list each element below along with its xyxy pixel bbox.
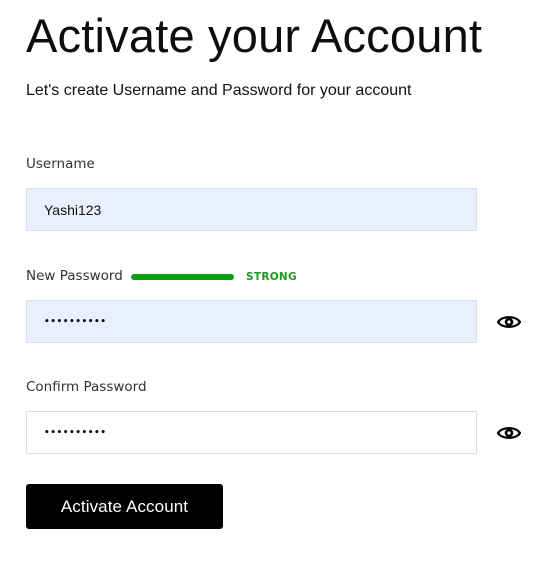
password-strength-label: STRONG xyxy=(246,271,297,283)
activate-account-button[interactable]: Activate Account xyxy=(26,484,223,529)
eye-icon xyxy=(497,316,521,328)
eye-icon xyxy=(497,427,521,439)
password-strength-bar xyxy=(131,274,234,280)
username-input[interactable] xyxy=(26,188,477,231)
new-password-label: New Password xyxy=(26,268,123,284)
username-label: Username xyxy=(26,156,95,172)
confirm-password-input[interactable] xyxy=(26,411,477,454)
page-title: Activate your Account xyxy=(26,9,483,62)
new-password-visibility-toggle[interactable] xyxy=(496,312,522,332)
page-subtitle: Let's create Username and Password for y… xyxy=(26,82,412,99)
confirm-password-visibility-toggle[interactable] xyxy=(496,423,522,443)
confirm-password-label: Confirm Password xyxy=(26,379,147,395)
new-password-input[interactable] xyxy=(26,300,477,343)
